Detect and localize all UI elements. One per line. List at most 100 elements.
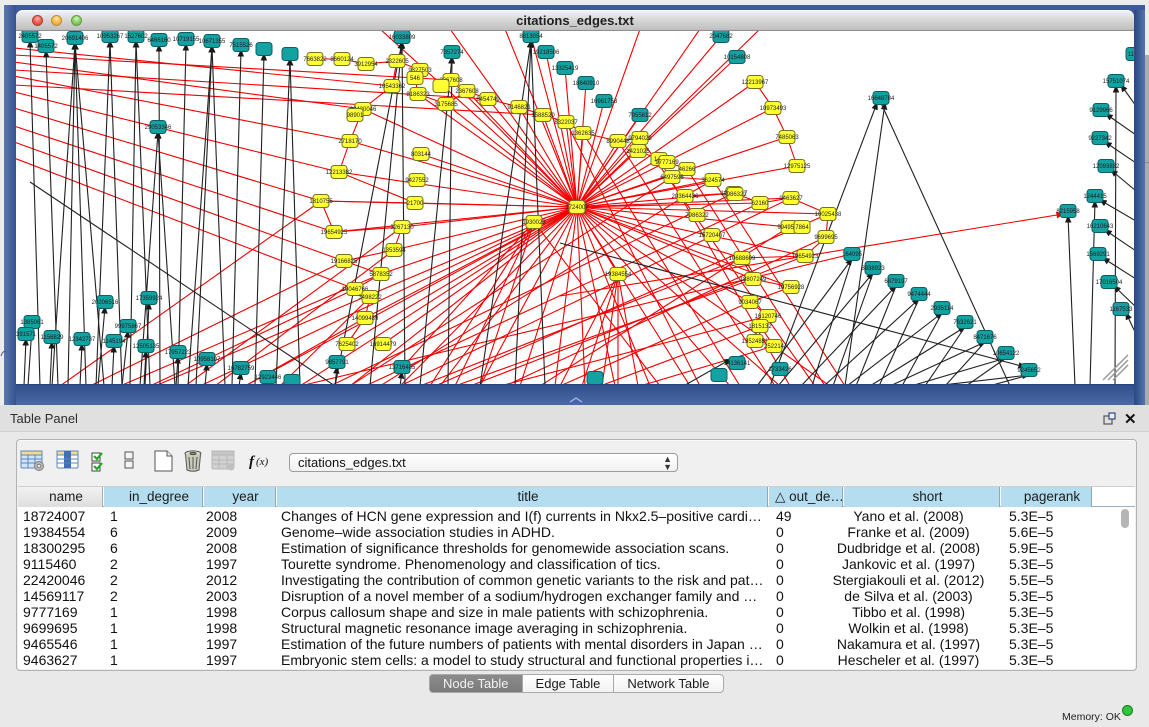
svg-text:10671355: 10671355 [199, 39, 226, 45]
svg-text:2718170: 2718170 [338, 139, 362, 145]
svg-text:8660124: 8660124 [330, 57, 354, 63]
svg-text:8813054: 8813054 [519, 34, 543, 40]
svg-text:29053346: 29053346 [145, 125, 172, 131]
svg-text:2367608: 2367608 [455, 89, 479, 95]
svg-text:18807249: 18807249 [740, 277, 767, 283]
svg-text:1362635: 1362635 [571, 131, 595, 137]
svg-text:18640910: 18640910 [573, 81, 600, 87]
svg-text:7986322: 7986322 [685, 213, 709, 219]
svg-text:2047682: 2047682 [709, 34, 733, 40]
svg-text:3912954: 3912954 [354, 62, 378, 68]
svg-text:10953267: 10953267 [97, 34, 124, 40]
svg-text:1112: 1112 [1128, 52, 1134, 58]
svg-text:16648784: 16648784 [868, 96, 895, 102]
svg-text:19166825: 19166825 [331, 259, 358, 265]
svg-text:7864: 7864 [795, 225, 809, 231]
svg-text:7955812: 7955812 [628, 113, 652, 119]
svg-text:20691406: 20691406 [62, 36, 89, 42]
svg-text:391571: 391571 [16, 332, 37, 338]
svg-text:1385061: 1385061 [20, 320, 44, 326]
svg-text:13325419: 13325419 [552, 66, 579, 72]
svg-text:15751074: 15751074 [1103, 79, 1130, 85]
svg-text:1405572: 1405572 [34, 44, 58, 50]
svg-text:7986322: 7986322 [723, 192, 747, 198]
svg-text:7625402: 7625402 [335, 342, 359, 348]
svg-text:62160: 62160 [752, 201, 769, 207]
svg-text:9777169: 9777169 [655, 160, 679, 166]
svg-text:98901: 98901 [347, 113, 364, 119]
svg-text:1588520: 1588520 [531, 113, 555, 119]
svg-text:12342737: 12342737 [69, 337, 96, 343]
svg-text:2405572: 2405572 [18, 34, 42, 40]
svg-text:16782759: 16782759 [228, 366, 255, 372]
svg-text:9699695: 9699695 [814, 235, 838, 241]
svg-text:1167533: 1167533 [1110, 307, 1134, 313]
svg-text:803144: 803144 [411, 152, 432, 158]
svg-text:16914479: 16914479 [370, 342, 397, 348]
svg-text:9427552: 9427552 [405, 178, 429, 184]
svg-text:17359924: 17359924 [136, 296, 163, 302]
svg-text:9227342: 9227342 [1088, 136, 1112, 142]
svg-text:3175685: 3175685 [434, 102, 458, 108]
svg-text:19654923: 19654923 [792, 254, 819, 260]
svg-text:16961758: 16961758 [591, 99, 618, 105]
svg-text:16210643: 16210643 [1087, 224, 1114, 230]
svg-text:8322037: 8322037 [554, 120, 578, 126]
svg-text:12923446: 12923446 [255, 375, 282, 381]
svg-text:6466160: 6466160 [147, 38, 171, 44]
svg-text:10688609: 10688609 [729, 256, 756, 262]
svg-text:1156829: 1156829 [41, 335, 65, 341]
svg-text:9146821: 9146821 [507, 105, 531, 111]
svg-text:12975125: 12975125 [784, 164, 811, 170]
svg-text:7663822: 7663822 [303, 57, 327, 63]
svg-text:546: 546 [410, 76, 421, 82]
svg-text:9794028: 9794028 [628, 136, 652, 142]
svg-text:10025438: 10025438 [815, 212, 842, 218]
svg-text:12093832: 12093832 [1093, 164, 1120, 170]
svg-text:1145194: 1145194 [103, 339, 127, 345]
svg-text:8990448: 8990448 [606, 139, 630, 145]
svg-text:8186323: 8186323 [406, 92, 430, 98]
svg-text:99975867: 99975867 [115, 324, 142, 330]
svg-text:16033809: 16033809 [389, 35, 416, 41]
svg-text:10543362: 10543362 [379, 84, 406, 90]
svg-text:12213967: 12213967 [742, 80, 769, 86]
svg-text:2935114: 2935114 [931, 306, 955, 312]
svg-text:14099489: 14099489 [352, 316, 379, 322]
svg-text:21700: 21700 [407, 201, 424, 207]
svg-text:8471676: 8471676 [973, 335, 997, 341]
svg-text:19218506: 19218506 [533, 50, 560, 56]
svg-text:9857791: 9857791 [325, 360, 349, 366]
svg-text:6497596: 6497596 [660, 175, 684, 181]
svg-text:9245652: 9245652 [1017, 368, 1041, 374]
svg-text:9129966: 9129966 [1089, 108, 1113, 114]
svg-text:5878352: 5878352 [369, 272, 393, 278]
svg-text:7515526: 7515526 [229, 43, 253, 49]
svg-text:1527602: 1527602 [124, 34, 148, 40]
svg-text:f: f [249, 454, 256, 470]
svg-text:2322605: 2322605 [385, 59, 409, 65]
svg-text:1421025: 1421025 [626, 149, 650, 155]
svg-text:19756928: 19756928 [778, 285, 805, 291]
svg-text:17957223: 17957223 [165, 350, 192, 356]
svg-text:9474444: 9474444 [907, 292, 931, 298]
svg-text:3267130: 3267130 [390, 225, 414, 231]
svg-text:9463627: 9463627 [779, 196, 803, 202]
svg-text:1810755: 1810755 [309, 199, 333, 205]
svg-text:1930023: 1930023 [522, 220, 546, 226]
svg-text:1569291: 1569291 [1086, 252, 1110, 258]
svg-text:7632621: 7632621 [953, 320, 977, 326]
svg-text:7357274: 7357274 [440, 50, 464, 56]
svg-text:8938923: 8938923 [861, 266, 885, 272]
svg-text:10654122: 10654122 [993, 351, 1020, 357]
svg-text:19384554: 19384554 [605, 272, 632, 278]
svg-text:10958107: 10958107 [194, 357, 221, 363]
svg-text:3498222: 3498222 [358, 295, 382, 301]
svg-text:8454749: 8454749 [476, 97, 500, 103]
svg-text:15720407: 15720407 [699, 233, 726, 239]
svg-text:7485063: 7485063 [775, 135, 799, 141]
svg-text:1353594: 1353594 [382, 248, 406, 254]
svg-text:1244415: 1244415 [1083, 194, 1107, 200]
svg-text:1733426: 1733426 [768, 367, 792, 373]
svg-text:12505135: 12505135 [133, 344, 160, 350]
